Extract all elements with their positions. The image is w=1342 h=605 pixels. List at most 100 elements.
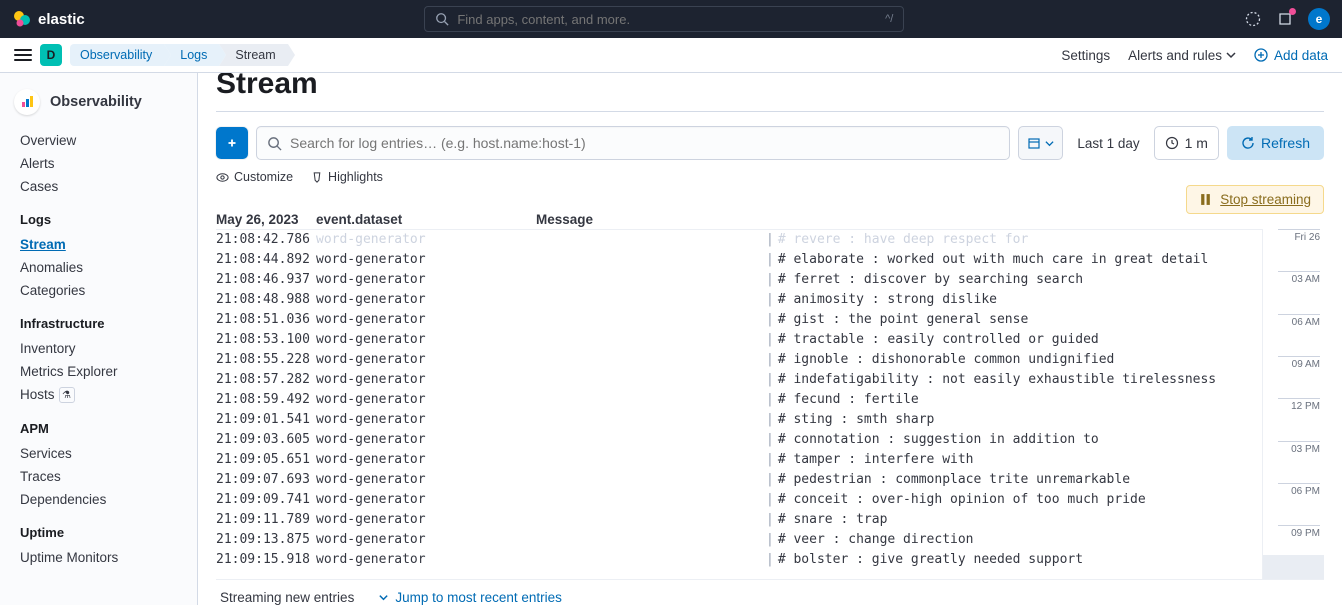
log-timestamp: 21:08:59.492 — [216, 390, 316, 410]
minimap-brush[interactable] — [1263, 555, 1324, 579]
brand-logo[interactable]: elastic — [12, 9, 85, 29]
customize-button[interactable]: Customize — [216, 170, 293, 184]
log-row[interactable]: 21:08:53.100word-generator|# tractable :… — [216, 330, 1262, 350]
sidebar-item-services[interactable]: Services — [0, 442, 197, 465]
highlights-button[interactable]: Highlights — [311, 170, 383, 184]
page-title: Stream — [216, 73, 1324, 99]
minimap-tick: 03 PM — [1278, 441, 1320, 455]
minimap-tick: Fri 26 — [1278, 229, 1320, 243]
sidebar-section-infrastructure: Infrastructure — [0, 302, 197, 337]
col-message: Message — [536, 212, 1324, 227]
log-row[interactable]: 21:08:51.036word-generator|# gist : the … — [216, 310, 1262, 330]
log-row[interactable]: 21:09:05.651word-generator|# tamper : in… — [216, 450, 1262, 470]
log-rows[interactable]: 21:08:42.786word-generator|# revere : ha… — [216, 229, 1262, 579]
query-bar: Last 1 day 1 m Refresh — [216, 126, 1324, 160]
log-separator: | — [766, 530, 778, 550]
log-message: # connotation : suggestion in addition t… — [778, 430, 1262, 450]
log-row[interactable]: 21:08:48.988word-generator|# animosity :… — [216, 290, 1262, 310]
log-search-field[interactable] — [256, 126, 1010, 160]
plus-icon — [225, 136, 239, 150]
log-dataset: word-generator — [316, 550, 536, 570]
sidebar-item-hosts[interactable]: Hosts⚗ — [0, 383, 197, 407]
add-data-link[interactable]: Add data — [1254, 48, 1328, 63]
help-icon[interactable] — [1244, 10, 1262, 28]
highlights-label: Highlights — [328, 170, 383, 184]
log-row[interactable]: 21:09:03.605word-generator|# connotation… — [216, 430, 1262, 450]
interval-button[interactable]: 1 m — [1154, 126, 1219, 160]
nav-toggle-icon[interactable] — [14, 49, 32, 61]
log-separator: | — [766, 430, 778, 450]
global-search-input[interactable] — [457, 12, 877, 27]
stop-streaming-button[interactable]: Stop streaming — [1186, 185, 1324, 214]
col-date: May 26, 2023 — [216, 212, 316, 227]
log-separator: | — [766, 230, 778, 250]
log-message: # revere : have deep respect for — [778, 230, 1262, 250]
log-row[interactable]: 21:08:57.282word-generator|# indefatigab… — [216, 370, 1262, 390]
log-separator: | — [766, 330, 778, 350]
date-range-label: Last 1 day — [1071, 136, 1145, 151]
sidebar-item-metrics-explorer[interactable]: Metrics Explorer — [0, 360, 197, 383]
user-avatar[interactable]: e — [1308, 8, 1330, 30]
log-row[interactable]: 21:08:46.937word-generator|# ferret : di… — [216, 270, 1262, 290]
beta-tag: ⚗ — [59, 387, 75, 403]
sidebar-item-traces[interactable]: Traces — [0, 465, 197, 488]
sidebar-item-cases[interactable]: Cases — [0, 175, 197, 198]
log-row[interactable]: 21:09:11.789word-generator|# snare : tra… — [216, 510, 1262, 530]
log-row[interactable]: 21:09:01.541word-generator|# sting : smt… — [216, 410, 1262, 430]
log-row[interactable]: 21:08:44.892word-generator|# elaborate :… — [216, 250, 1262, 270]
sidebar-item-alerts[interactable]: Alerts — [0, 152, 197, 175]
log-search-input[interactable] — [290, 135, 999, 151]
log-timestamp: 21:08:46.937 — [216, 270, 316, 290]
log-row[interactable]: 21:09:15.918word-generator|# bolster : g… — [216, 550, 1262, 570]
log-row[interactable]: 21:09:09.741word-generator|# conceit : o… — [216, 490, 1262, 510]
search-icon — [435, 12, 449, 26]
news-icon[interactable] — [1276, 10, 1294, 28]
log-message: # fecund : fertile — [778, 390, 1262, 410]
sidebar-item-uptime-monitors[interactable]: Uptime Monitors — [0, 546, 197, 569]
breadcrumb-observability[interactable]: Observability — [70, 44, 164, 66]
refresh-button[interactable]: Refresh — [1227, 126, 1324, 160]
log-dataset: word-generator — [316, 390, 536, 410]
log-separator: | — [766, 450, 778, 470]
log-row[interactable]: 21:08:55.228word-generator|# ignoble : d… — [216, 350, 1262, 370]
sidebar-item-overview[interactable]: Overview — [0, 129, 197, 152]
refresh-icon — [1241, 136, 1255, 150]
log-message: # snare : trap — [778, 510, 1262, 530]
minimap[interactable]: Fri 2603 AM06 AM09 AM12 PM03 PM06 PM09 P… — [1262, 229, 1324, 579]
sidebar-header[interactable]: Observability — [0, 85, 197, 129]
sidebar-title: Observability — [50, 94, 142, 110]
jump-recent-link[interactable]: Jump to most recent entries — [378, 590, 562, 605]
log-timestamp: 21:08:51.036 — [216, 310, 316, 330]
add-filter-button[interactable] — [216, 127, 248, 159]
log-message: # gist : the point general sense — [778, 310, 1262, 330]
sidebar-item-anomalies[interactable]: Anomalies — [0, 256, 197, 279]
log-row[interactable]: 21:08:42.786word-generator|# revere : ha… — [216, 230, 1262, 250]
alerts-rules-link[interactable]: Alerts and rules — [1128, 48, 1236, 63]
add-data-label: Add data — [1274, 48, 1328, 63]
log-dataset: word-generator — [316, 530, 536, 550]
chevron-down-icon — [378, 592, 389, 603]
log-row[interactable]: 21:09:13.875word-generator|# veer : chan… — [216, 530, 1262, 550]
date-picker-button[interactable] — [1018, 126, 1063, 160]
main-content: Stream Last 1 day 1 m Refresh — [198, 73, 1342, 605]
log-message: # ferret : discover by searching search — [778, 270, 1262, 290]
space-badge[interactable]: D — [40, 44, 62, 66]
sidebar-item-inventory[interactable]: Inventory — [0, 337, 197, 360]
sidebar-item-stream[interactable]: Stream — [0, 233, 197, 256]
log-dataset: word-generator — [316, 430, 536, 450]
log-dataset: word-generator — [316, 490, 536, 510]
log-timestamp: 21:08:55.228 — [216, 350, 316, 370]
global-search[interactable]: ^/ — [424, 6, 904, 32]
log-row[interactable]: 21:09:07.693word-generator|# pedestrian … — [216, 470, 1262, 490]
sidebar-item-dependencies[interactable]: Dependencies — [0, 488, 197, 511]
breadcrumb-logs[interactable]: Logs — [164, 44, 219, 66]
customize-label: Customize — [234, 170, 293, 184]
settings-link[interactable]: Settings — [1061, 48, 1110, 63]
log-row[interactable]: 21:08:59.492word-generator|# fecund : fe… — [216, 390, 1262, 410]
search-shortcut: ^/ — [885, 13, 893, 25]
global-nav: elastic ^/ e — [0, 0, 1342, 38]
sidebar-item-categories[interactable]: Categories — [0, 279, 197, 302]
log-message: # ignoble : dishonorable common undignif… — [778, 350, 1262, 370]
search-icon — [267, 136, 282, 151]
divider — [216, 111, 1324, 112]
